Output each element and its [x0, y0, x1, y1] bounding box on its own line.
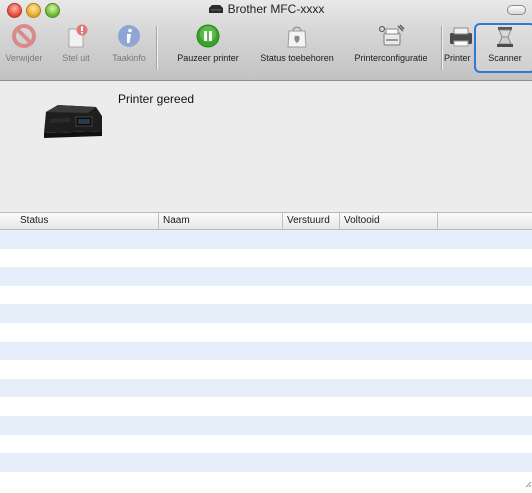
pause-printer-label: Pauzeer printer	[177, 53, 239, 63]
supply-status-button[interactable]: Status toebehoren	[250, 20, 344, 70]
printer-setup-icon	[376, 23, 406, 49]
printer-label: Printer	[444, 53, 471, 63]
scanner-icon	[490, 23, 520, 49]
printer-icon	[446, 23, 476, 49]
scanner-button[interactable]: Scanner	[478, 20, 532, 70]
table-row[interactable]	[0, 415, 532, 435]
toolbar-separator	[441, 26, 443, 70]
table-row[interactable]	[0, 304, 532, 323]
delete-label: Verwijder	[5, 53, 43, 63]
job-info-label: Taakinfo	[112, 53, 146, 63]
column-divider	[339, 213, 340, 229]
window-title: Brother MFC-xxxx	[0, 2, 532, 17]
pause-icon	[193, 23, 223, 49]
column-header-status[interactable]: Status	[20, 215, 48, 226]
printer-image	[40, 103, 106, 144]
column-divider	[282, 213, 283, 229]
table-row[interactable]	[0, 248, 532, 268]
table-row[interactable]	[0, 267, 532, 286]
printer-setup-label: Printerconfiguratie	[354, 53, 428, 63]
toolbar-separator	[156, 26, 158, 70]
printer-status-text: Printer gereed	[118, 92, 195, 106]
printer-setup-button[interactable]: Printerconfiguratie	[344, 20, 438, 70]
table-row[interactable]	[0, 397, 532, 416]
column-divider	[437, 213, 438, 229]
column-header-completed[interactable]: Voltooid	[344, 215, 380, 226]
column-header-sent[interactable]: Verstuurd	[287, 215, 330, 226]
pause-printer-button[interactable]: Pauzeer printer	[169, 20, 247, 70]
printer-small-icon	[208, 3, 224, 17]
table-row[interactable]	[0, 453, 532, 472]
resize-grip-icon[interactable]	[524, 475, 532, 488]
delete-icon	[9, 23, 39, 49]
printer-status-panel: Printer gereed	[0, 81, 532, 212]
table-row[interactable]	[0, 285, 532, 305]
job-table-body	[0, 230, 532, 483]
table-row[interactable]	[0, 378, 532, 398]
supply-status-label: Status toebehoren	[260, 53, 334, 63]
column-header-name[interactable]: Naam	[163, 215, 190, 226]
table-row[interactable]	[0, 434, 532, 454]
job-info-button[interactable]: Taakinfo	[104, 20, 154, 70]
hold-icon	[61, 23, 91, 49]
table-row[interactable]	[0, 322, 532, 342]
table-row[interactable]	[0, 230, 532, 249]
window-titlebar: Brother MFC-xxxx Verwijder Stel uit Taak…	[0, 0, 532, 81]
hold-label: Stel uit	[62, 53, 90, 63]
table-row[interactable]	[0, 360, 532, 379]
scanner-label: Scanner	[488, 53, 522, 63]
table-row[interactable]	[0, 341, 532, 361]
printer-button[interactable]: Printer	[444, 20, 478, 70]
delete-button[interactable]: Verwijder	[0, 20, 48, 70]
hold-button[interactable]: Stel uit	[48, 20, 104, 70]
supply-status-icon	[282, 23, 312, 49]
job-table-header: Status Naam Verstuurd Voltooid	[0, 212, 532, 230]
column-divider	[158, 213, 159, 229]
info-icon	[114, 23, 144, 49]
window-title-text: Brother MFC-xxxx	[227, 2, 325, 16]
